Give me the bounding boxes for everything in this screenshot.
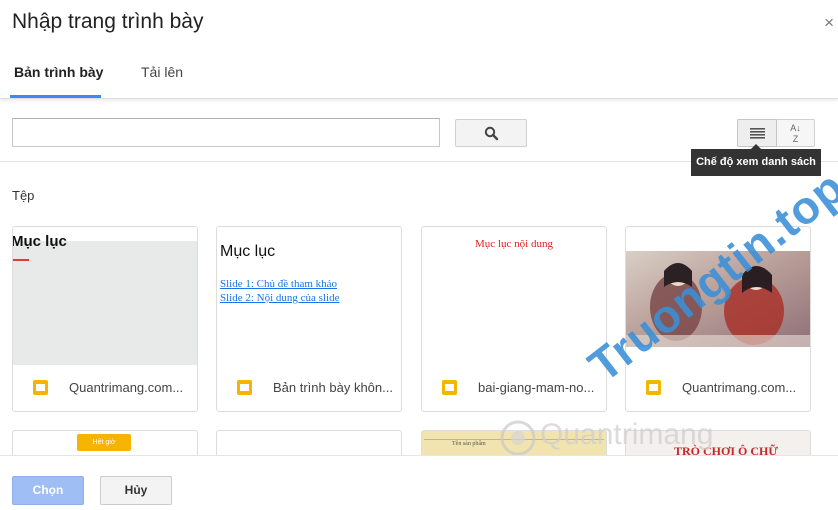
thumbnail-title: Mục lục nội dung (475, 238, 553, 250)
file-card[interactable]: Mục lục nội dung bai-giang-mam-no... (421, 226, 607, 412)
list-view-tooltip: Chế độ xem danh sách (691, 144, 821, 176)
file-card-footer: bai-giang-mam-no... (422, 365, 606, 411)
dialog-title: Nhập trang trình bày (12, 10, 204, 33)
section-label-files: Tệp (12, 188, 35, 203)
file-card-footer: Quantrimang.com... (626, 365, 810, 411)
sort-letter-z: Z (792, 134, 799, 144)
tab-presentations[interactable]: Bản trình bày (14, 64, 103, 80)
thumbnail-link: Slide 1: Chủ đề tham khảo (220, 278, 338, 290)
search-input[interactable] (12, 118, 440, 147)
file-thumbnail (626, 227, 810, 365)
search-icon (484, 126, 499, 141)
list-view-icon (750, 128, 765, 139)
cancel-button[interactable]: Hủy (100, 476, 172, 505)
sort-letter-a: A (790, 123, 797, 133)
file-card[interactable]: Quantrimang.com... (625, 226, 811, 412)
thumbnail-label: Tên sản phẩm (452, 441, 486, 447)
slides-icon (237, 380, 252, 395)
file-thumbnail: Mục lục (13, 227, 197, 365)
tab-upload[interactable]: Tải lên (141, 64, 183, 80)
file-name: bai-giang-mam-no... (478, 380, 595, 395)
choose-button[interactable]: Chọn (12, 476, 84, 505)
file-name: Quantrimang.com... (69, 380, 184, 395)
dialog-header: Nhập trang trình bày × (0, 0, 838, 50)
file-thumbnail: Mục lục nội dung (422, 227, 606, 365)
dialog-footer: Chọn Hủy (0, 455, 838, 510)
thumbnail-link: Slide 2: Nội dung của slide (220, 292, 340, 304)
slides-icon (442, 380, 457, 395)
tab-bar: Bản trình bày Tải lên (0, 52, 838, 99)
file-card-footer: Bản trình bày khôn... (217, 365, 401, 411)
list-view-button[interactable] (737, 119, 777, 147)
sort-button[interactable]: A↓ Z (777, 119, 815, 147)
file-name: Bản trình bày khôn... (273, 380, 393, 395)
file-card[interactable]: Mục lục Slide 1: Chủ đề tham khảo Slide … (216, 226, 402, 412)
close-icon[interactable]: × (824, 13, 834, 33)
illustration-image (626, 251, 810, 347)
slides-icon (646, 380, 661, 395)
file-card-footer: Quantrimang.com... (13, 365, 197, 411)
search-button[interactable] (455, 119, 527, 147)
thumbnail-title: Mục lục (220, 243, 276, 260)
slides-icon (33, 380, 48, 395)
sort-az-icon: A↓ Z (790, 123, 801, 144)
file-name: Quantrimang.com... (682, 380, 797, 395)
file-card[interactable]: Mục lục Quantrimang.com... (12, 226, 198, 412)
file-thumbnail: Mục lục Slide 1: Chủ đề tham khảo Slide … (217, 227, 401, 365)
thumbnail-title: Mục lục (13, 233, 67, 250)
active-tab-indicator (10, 95, 101, 98)
thumbnail-badge: Hết giờ (77, 434, 131, 451)
